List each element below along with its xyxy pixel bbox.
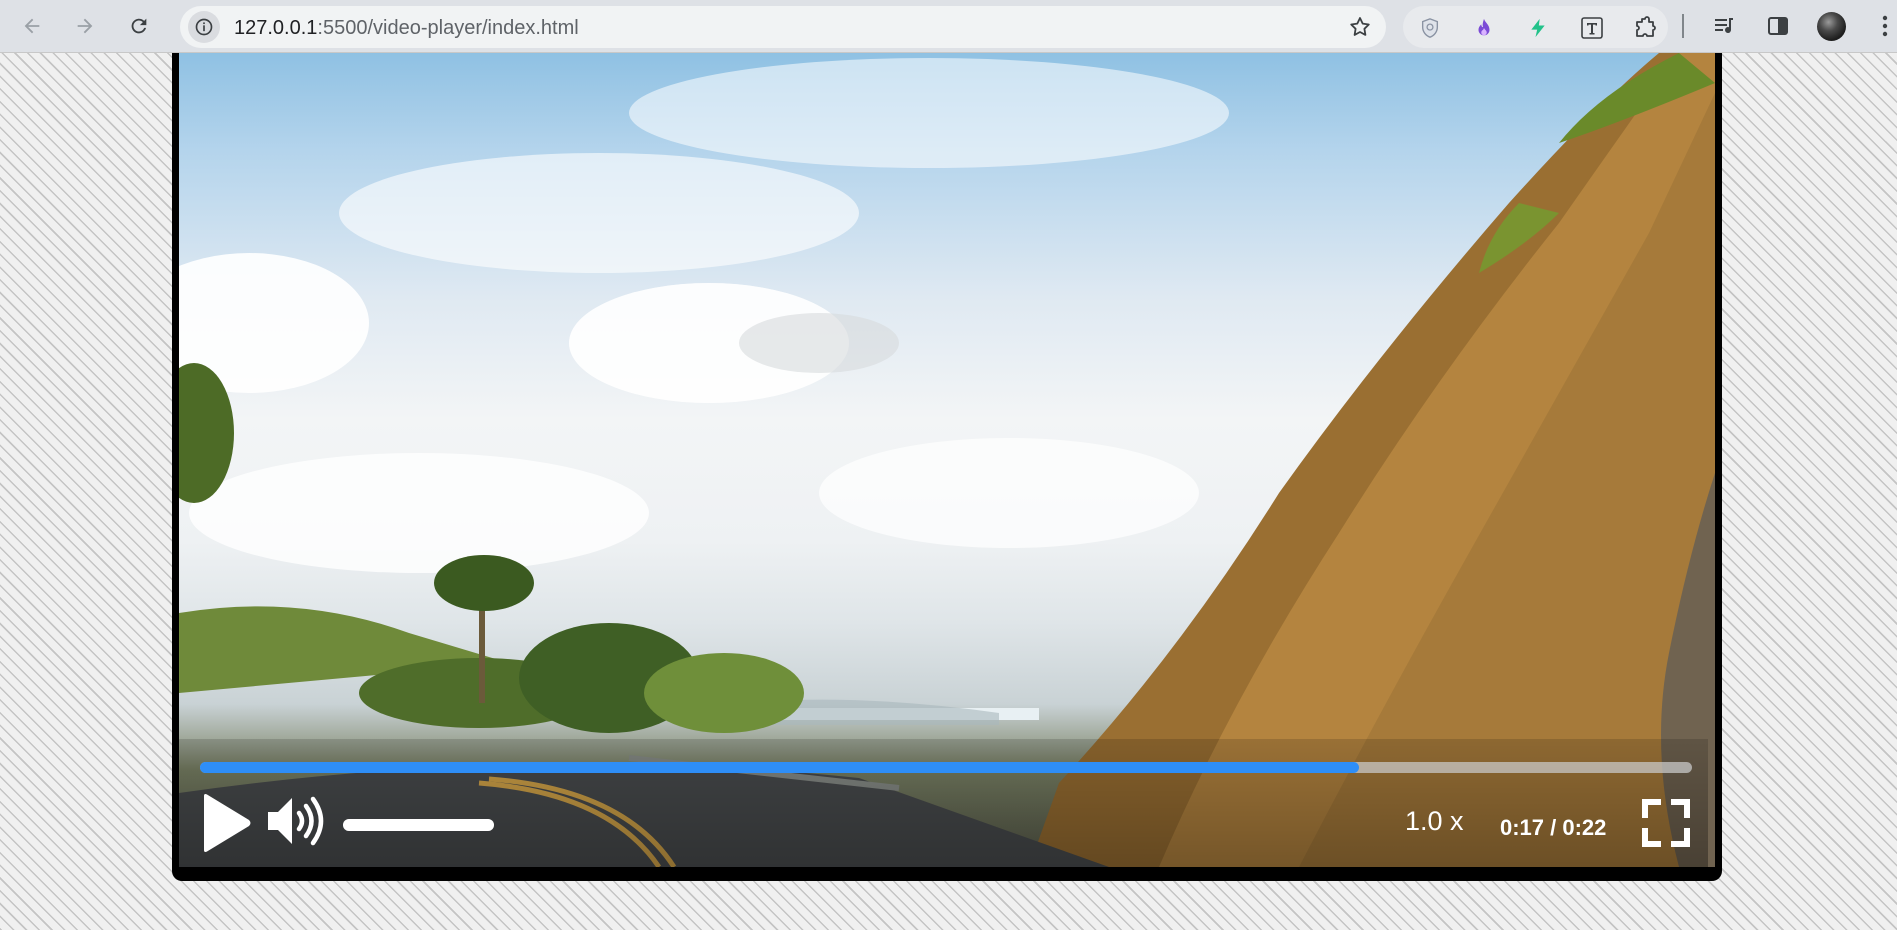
time-display: 0:17 / 0:22 [1500,815,1607,840]
flame-extension-icon[interactable] [1471,15,1497,41]
forward-arrow-icon [77,18,93,34]
progress-fill [200,762,1360,773]
kebab-menu-icon[interactable] [1876,12,1894,40]
media-controls-icon[interactable] [1710,12,1738,40]
forward-button[interactable] [67,8,103,44]
back-button[interactable] [14,8,50,44]
fullscreen-icon[interactable] [1642,799,1690,847]
address-bar[interactable]: 127.0.0.1:5500/video-player/index.html [180,6,1386,48]
back-arrow-icon [24,18,40,34]
toolbar-separator [1682,14,1684,38]
puzzle-extensions-icon[interactable] [1632,15,1658,41]
extensions-area [1403,6,1668,48]
url-text[interactable]: 127.0.0.1:5500/video-player/index.html [234,17,579,40]
volume-icon[interactable] [266,794,328,848]
play-icon[interactable] [200,793,252,853]
volume-fill [343,819,494,831]
volume-slider[interactable] [343,819,494,831]
url-host: 127.0.0.1 [234,17,318,39]
reload-button[interactable] [121,8,157,44]
info-icon [195,18,213,36]
profile-avatar[interactable] [1817,12,1846,41]
reload-icon [131,18,147,34]
controls-bar [172,739,1708,867]
video-player: 1.0 x 0:17 / 0:22 [172,53,1722,881]
bolt-extension-icon[interactable] [1525,15,1551,41]
side-panel-icon[interactable] [1764,12,1792,40]
url-path: :5500/video-player/index.html [317,17,579,39]
playback-speed[interactable]: 1.0 x [1405,806,1464,837]
browser-toolbar: 127.0.0.1:5500/video-player/index.html [0,0,1897,53]
progress-bar[interactable] [200,762,1692,773]
site-info-button[interactable] [188,11,220,43]
shield-extension-icon[interactable] [1417,15,1443,41]
star-icon[interactable] [1348,15,1372,39]
text-extension-icon[interactable] [1579,15,1605,41]
